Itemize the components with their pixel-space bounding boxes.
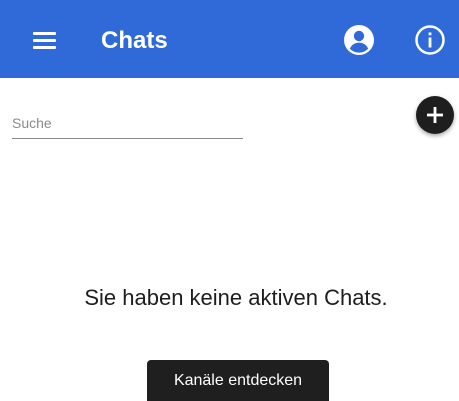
- menu-icon-bar: [33, 46, 56, 49]
- menu-icon-bar: [33, 32, 56, 35]
- search-field: [12, 112, 243, 139]
- page-title: Chats: [101, 27, 168, 54]
- search-input[interactable]: [12, 112, 243, 134]
- menu-icon-bar: [33, 39, 56, 42]
- empty-state-message: Sie haben keine aktiven Chats.: [84, 285, 388, 310]
- info-icon: [415, 25, 445, 55]
- add-chat-button[interactable]: [416, 96, 454, 134]
- account-button[interactable]: [343, 24, 375, 56]
- app-bar: Chats: [0, 0, 459, 78]
- discover-channels-button[interactable]: Kanäle entdecken: [147, 360, 329, 401]
- account-circle-icon: [344, 25, 374, 55]
- menu-button[interactable]: [33, 28, 59, 50]
- info-button[interactable]: [414, 24, 446, 56]
- plus-icon: [427, 107, 443, 123]
